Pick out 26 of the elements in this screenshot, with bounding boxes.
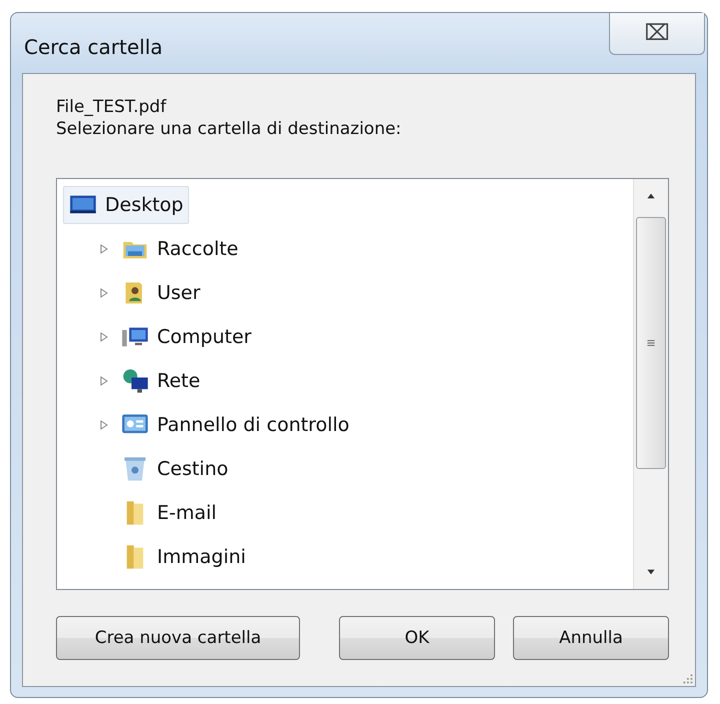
expand-arrow-icon[interactable] — [99, 244, 109, 254]
tree-item[interactable]: Pannello di controllo — [115, 406, 356, 444]
file-name: File_TEST.pdf — [56, 96, 168, 118]
tree-item[interactable]: Computer — [115, 318, 258, 356]
grip-icon — [645, 337, 657, 349]
expand-arrow-icon[interactable] — [99, 288, 109, 298]
tree-item[interactable]: E-mail — [115, 494, 223, 532]
tree-item[interactable]: Immagini — [115, 538, 252, 576]
tree-item[interactable]: User — [115, 274, 206, 312]
dialog-button[interactable]: Crea nuova cartella — [56, 616, 300, 660]
tree-item[interactable]: Desktop — [63, 186, 190, 224]
network-icon — [121, 367, 149, 395]
dialog-button[interactable]: Annulla — [513, 616, 669, 660]
window-title: Cerca cartella — [23, 35, 163, 59]
dialog-button[interactable]: OK — [339, 616, 495, 660]
tree-item[interactable]: Cestino — [115, 450, 234, 488]
close-button[interactable]: ⌧ — [609, 13, 705, 55]
expand-arrow-icon[interactable] — [99, 332, 109, 342]
scroll-thumb[interactable] — [636, 217, 666, 469]
expand-arrow-icon[interactable] — [99, 376, 109, 386]
tree-item[interactable]: Rete — [115, 362, 206, 400]
tree-item[interactable]: Raccolte — [115, 230, 244, 268]
scrollbar[interactable] — [633, 179, 668, 589]
prompt-text: Selezionare una cartella di destinazione: — [56, 118, 402, 140]
expand-arrow-icon[interactable] — [99, 420, 109, 430]
resize-grip-icon[interactable] — [681, 672, 693, 684]
